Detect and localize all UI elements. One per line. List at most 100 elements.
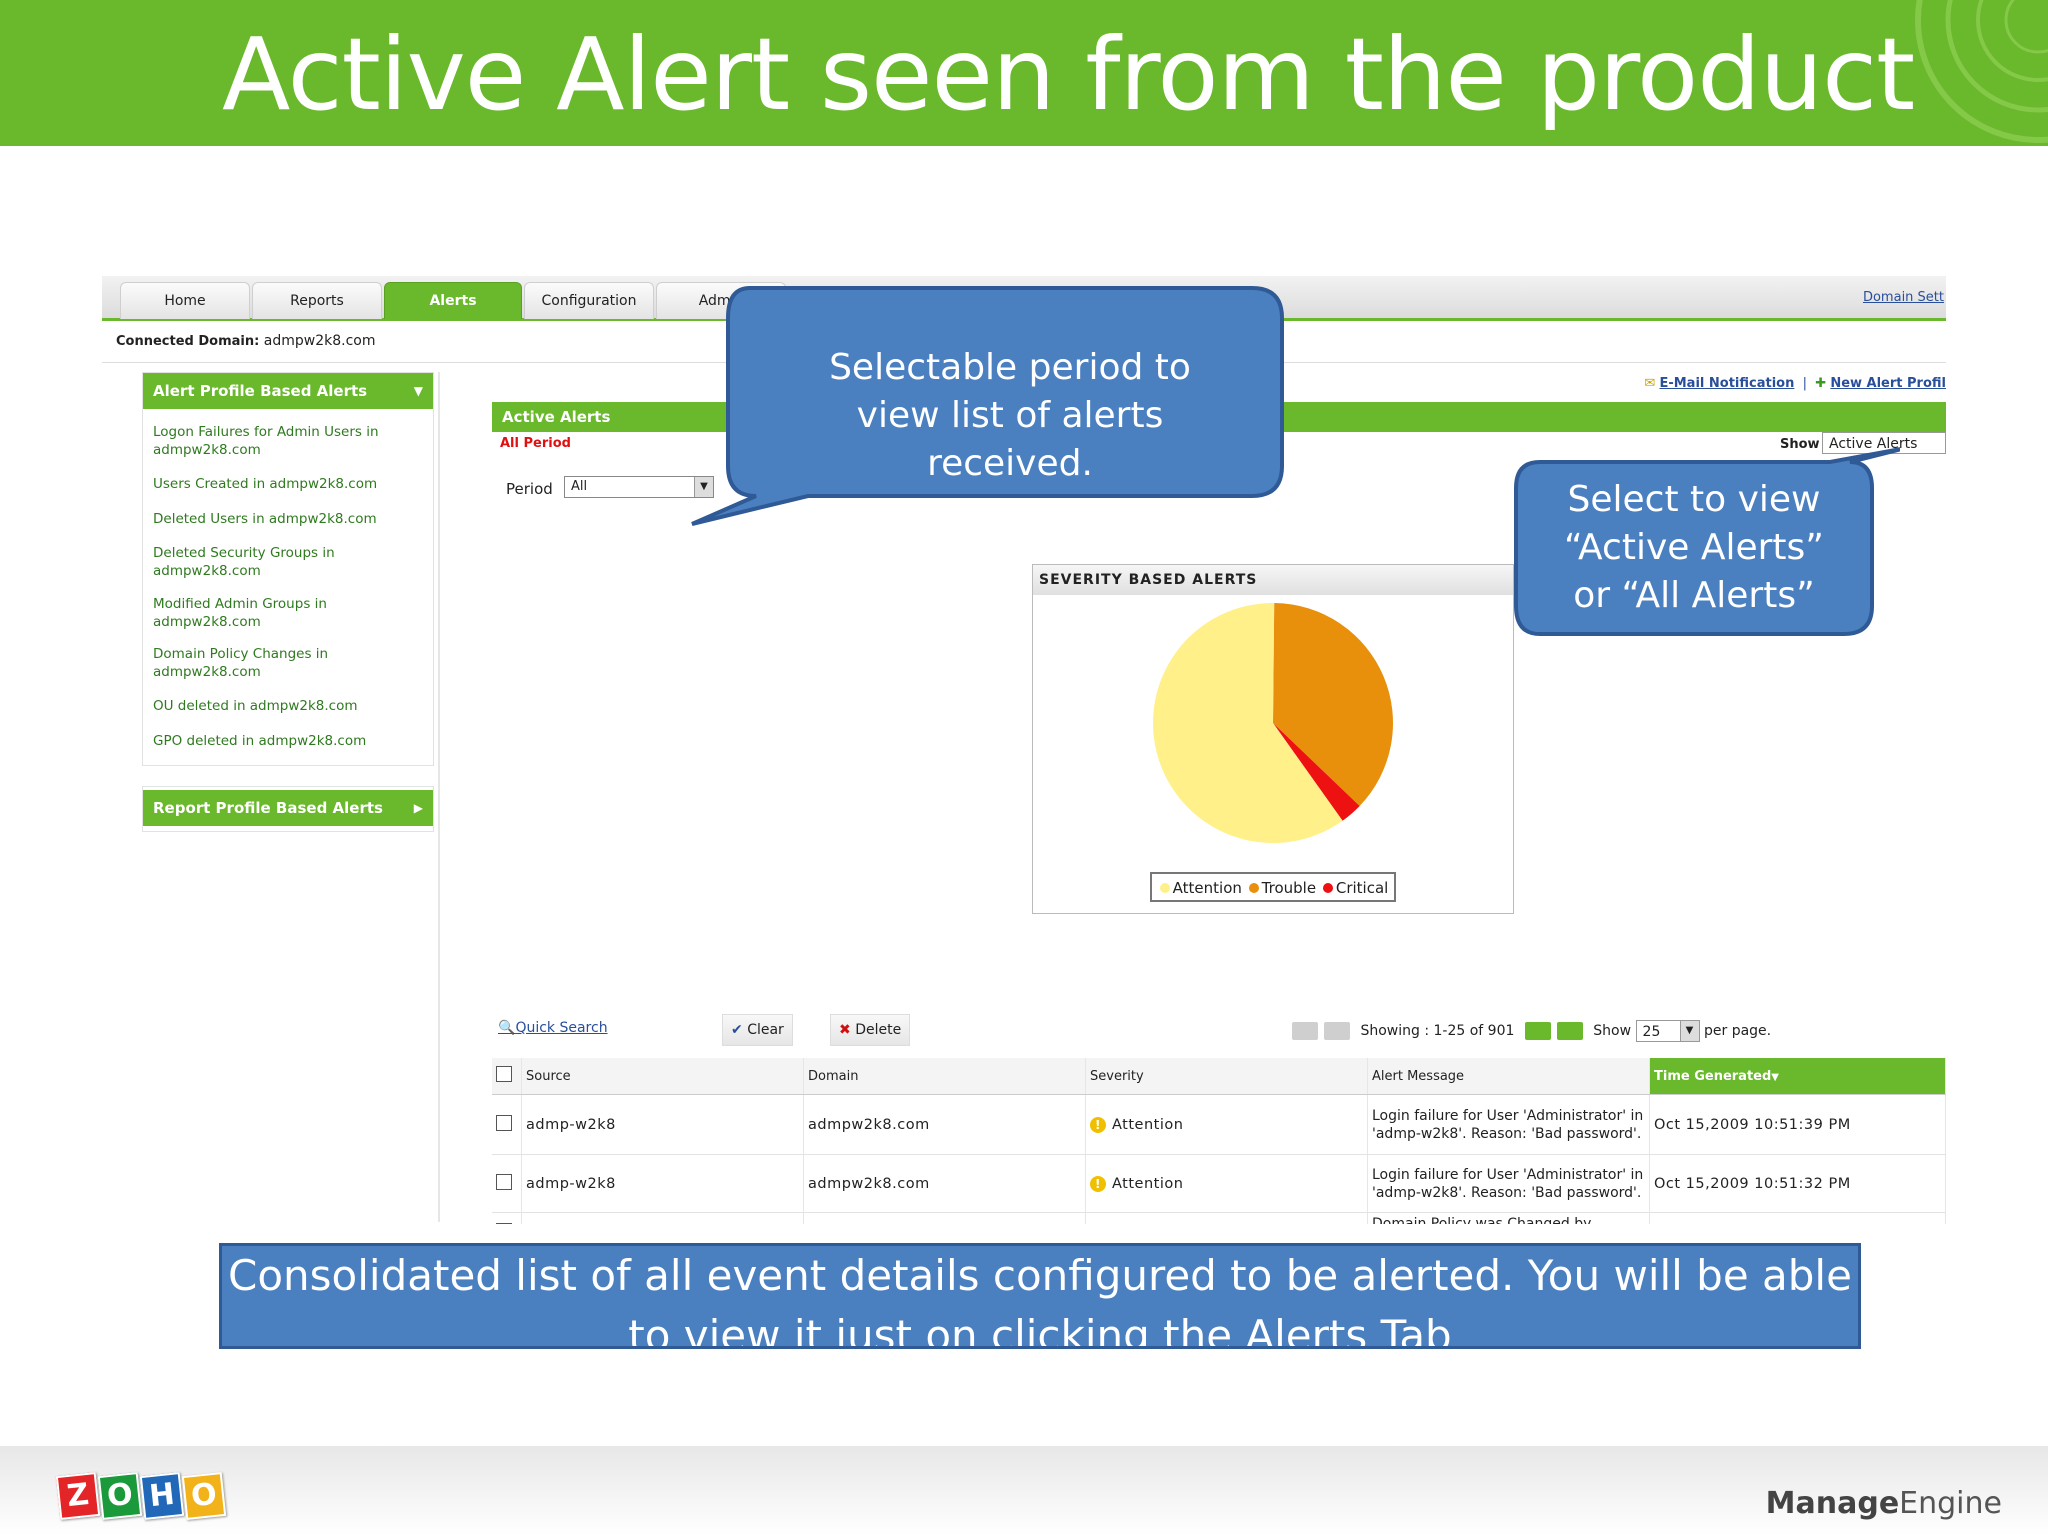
row-select-cell	[492, 1212, 522, 1224]
report-profile-header-label: Report Profile Based Alerts	[153, 799, 383, 817]
quick-search-link[interactable]: 🔍Quick Search	[498, 1020, 608, 1036]
row-checkbox[interactable]	[496, 1114, 512, 1131]
cell-source: admp-w2k8	[521, 1154, 804, 1213]
sort-desc-icon: ▼	[1771, 1071, 1779, 1083]
row-checkbox[interactable]	[496, 1222, 512, 1224]
cell-severity: ! Attention	[1085, 1154, 1368, 1213]
quick-search-label: Quick Search	[515, 1020, 608, 1036]
cell-domain: admpw2k8.com	[803, 1154, 1086, 1213]
manageengine-logo-a: Manage	[1765, 1486, 1900, 1521]
cell-severity: ✕Critical	[1085, 1212, 1368, 1224]
legend-trouble: Trouble	[1261, 879, 1317, 897]
tab-home[interactable]: Home	[120, 282, 250, 319]
manageengine-logo-b: Engine	[1899, 1486, 2002, 1521]
last-page-icon[interactable]	[1556, 1022, 1583, 1040]
show-per-page-label: Show	[1593, 1023, 1632, 1039]
zoho-logo-letter: Z	[55, 1472, 101, 1520]
col-time-generated-label: Time Generated	[1654, 1068, 1772, 1084]
clear-button[interactable]: ✔ Clear	[722, 1014, 793, 1046]
email-icon: ✉	[1644, 376, 1656, 391]
callout-period-text: Selectable period to view list of alerts…	[829, 347, 1191, 484]
alert-item[interactable]: Logon Failures for Admin Users in admpw2…	[153, 423, 423, 459]
cell-time-generated: Oct 15,2009 10:51:32 PM	[1649, 1154, 1946, 1213]
cell-alert-message: Domain Policy was Changed by 'administra…	[1367, 1212, 1650, 1224]
domain-settings-link[interactable]: Domain Sett	[1863, 290, 1944, 305]
per-page-value: 25	[1642, 1024, 1661, 1040]
new-alert-profile-link[interactable]: New Alert Profil	[1830, 376, 1946, 391]
prev-page-icon[interactable]	[1324, 1022, 1350, 1040]
email-notification-link[interactable]: E-Mail Notification	[1659, 376, 1794, 391]
select-all-checkbox[interactable]	[496, 1066, 512, 1082]
cell-time-generated: Oct 15,2009 07:51:25 AM	[1649, 1212, 1946, 1224]
report-profile-header[interactable]: Report Profile Based Alerts ▶	[143, 790, 433, 826]
callout-show-text: Select to view “Active Alerts” or “All A…	[1516, 476, 1872, 620]
col-severity[interactable]: Severity	[1085, 1058, 1368, 1095]
delete-button[interactable]: ✖ Delete	[830, 1014, 911, 1046]
table-row[interactable]: admp-w2k8 admpw2k8.com! Attention Login fai…	[492, 1154, 1946, 1213]
per-page-label: per page.	[1703, 1023, 1772, 1039]
delete-label: Delete	[855, 1022, 902, 1038]
alert-item[interactable]: Domain Policy Changes in admpw2k8.com	[153, 645, 423, 681]
legend-swatch-trouble	[1248, 883, 1259, 893]
slide-footer	[0, 1446, 2048, 1536]
cell-alert-message: Login failure for User 'Administrator' i…	[1367, 1154, 1650, 1213]
alert-item[interactable]: Users Created in admpw2k8.com	[153, 475, 423, 493]
slide-title: Active Alert seen from the product	[222, 16, 1915, 133]
cell-time-generated: Oct 15,2009 10:51:39 PM	[1649, 1094, 1946, 1155]
first-page-icon[interactable]	[1292, 1022, 1318, 1040]
all-period-label: All Period	[500, 436, 571, 451]
row-select-cell	[492, 1154, 522, 1213]
manageengine-logo: ManageEngine	[1766, 1486, 2002, 1521]
callout-show-line2: “Active Alerts”	[1564, 527, 1824, 568]
callout-show-line1: Select to view	[1567, 479, 1821, 520]
attention-icon: !	[1090, 1116, 1106, 1133]
dropdown-arrow-icon: ▼	[1679, 1021, 1699, 1041]
slide-header: Active Alert seen from the product	[0, 0, 2048, 146]
chevron-right-icon: ▶	[413, 801, 423, 815]
pager: Showing : 1-25 of 901 Show 25 ▼ per page.	[1292, 1020, 1771, 1042]
col-source[interactable]: Source	[521, 1058, 804, 1095]
col-alert-message[interactable]: Alert Message	[1367, 1058, 1650, 1095]
plus-icon: ✚	[1815, 376, 1827, 391]
delete-icon: ✖	[839, 1022, 851, 1038]
row-select-cell	[492, 1094, 522, 1155]
legend-swatch-attention	[1159, 883, 1170, 893]
legend-critical: Critical	[1335, 879, 1389, 897]
alert-profile-box: Alert Profile Based Alerts ▼ Logon Failu…	[142, 372, 434, 766]
cell-source: admp-w2k8	[521, 1094, 804, 1155]
chart-title: SEVERITY BASED ALERTS	[1033, 565, 1513, 595]
per-page-select[interactable]: 25 ▼	[1635, 1020, 1700, 1042]
alert-item[interactable]: Modified Admin Groups in admpw2k8.com	[153, 595, 423, 631]
period-label: Period	[506, 480, 553, 498]
alert-item[interactable]: Deleted Users in admpw2k8.com	[153, 510, 423, 528]
cell-domain: admpw2k8.com	[803, 1094, 1086, 1155]
zoho-logo-letter: O	[181, 1472, 227, 1520]
table-row[interactable]: admp-w2k8admpw2k8.com✕CriticalDomain Pol…	[492, 1212, 1946, 1224]
cell-severity-label: Attention	[1112, 1116, 1184, 1133]
cell-severity-label: Attention	[1112, 1175, 1184, 1192]
alert-profile-header[interactable]: Alert Profile Based Alerts ▼	[143, 373, 433, 409]
tab-alerts[interactable]: Alerts	[384, 282, 522, 319]
alert-item[interactable]: OU deleted in admpw2k8.com	[153, 697, 423, 715]
table-row[interactable]: admp-w2k8 admpw2k8.com! Attention Login fai…	[492, 1094, 1946, 1155]
col-time-generated[interactable]: Time Generated▼	[1649, 1058, 1946, 1095]
severity-chart: SEVERITY BASED ALERTS Attention Trouble …	[1032, 564, 1514, 914]
chart-legend: Attention Trouble Critical	[1150, 872, 1396, 902]
connected-domain-value: admpw2k8.com	[263, 333, 376, 349]
next-page-icon[interactable]	[1524, 1022, 1551, 1040]
connected-domain-label: Connected Domain:	[116, 334, 260, 349]
alert-item[interactable]: Deleted Security Groups in admpw2k8.com	[153, 544, 423, 580]
left-panel: Alert Profile Based Alerts ▼ Logon Failu…	[138, 372, 440, 1222]
pie-chart	[1153, 603, 1393, 843]
tab-configuration[interactable]: Configuration	[524, 282, 654, 319]
cell-severity: ! Attention	[1085, 1094, 1368, 1155]
top-links: ✉ E-Mail Notification | ✚ New Alert Prof…	[1644, 376, 1946, 391]
row-checkbox[interactable]	[496, 1173, 512, 1190]
attention-icon: !	[1090, 1175, 1106, 1192]
alert-item[interactable]: GPO deleted in admpw2k8.com	[153, 732, 423, 750]
zoho-logo-letter: H	[139, 1472, 185, 1520]
col-domain[interactable]: Domain	[803, 1058, 1086, 1095]
alert-profile-header-label: Alert Profile Based Alerts	[153, 382, 368, 400]
bottom-caption: Consolidated list of all event details c…	[219, 1243, 1861, 1349]
tab-reports[interactable]: Reports	[252, 282, 382, 319]
